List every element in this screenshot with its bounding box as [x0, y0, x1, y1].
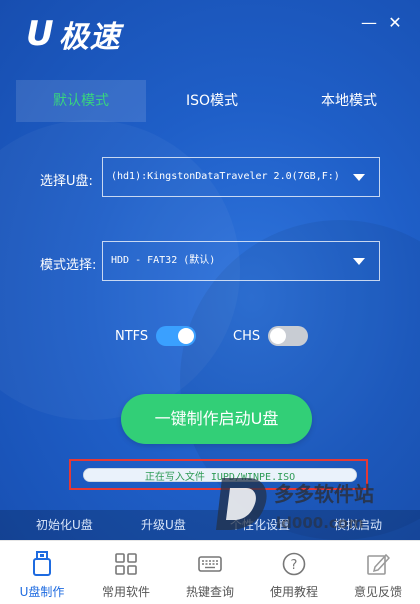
main-panel: U 极速 — ✕ 默认模式 ISO模式 本地模式 选择U盘: (hd1):Kin…	[0, 0, 420, 540]
logo-u: U	[26, 14, 55, 54]
toggle-knob	[178, 328, 195, 344]
progress-status-text: 正在写入文件 IUPD/WINPE.ISO	[144, 472, 296, 482]
chevron-down-icon	[353, 258, 365, 265]
nav-feedback[interactable]: 意见反馈	[336, 541, 420, 604]
feedback-edit-icon	[367, 553, 390, 575]
apps-grid-icon	[115, 553, 137, 575]
nav-label: 常用软件	[101, 585, 150, 599]
nav-tutorial[interactable]: ? 使用教程	[252, 541, 336, 604]
usb-drive-icon	[33, 551, 51, 576]
nav-usb-make[interactable]: U盘制作	[0, 541, 84, 604]
chs-toggle-row: CHS	[233, 326, 309, 346]
nav-label: 使用教程	[269, 585, 318, 599]
disk-select-value: (hd1):KingstonDataTraveler 2.0(7GB,F:)	[111, 171, 340, 182]
help-question-icon: ?	[282, 552, 306, 576]
logo-text: 极速	[58, 20, 121, 55]
personalize-link[interactable]: 个性化设置	[230, 510, 290, 540]
disk-select[interactable]: (hd1):KingstonDataTraveler 2.0(7GB,F:)	[102, 157, 380, 197]
tab-local-mode[interactable]: 本地模式	[278, 80, 420, 122]
init-usb-link[interactable]: 初始化U盘	[36, 510, 93, 540]
toggle-knob	[270, 328, 287, 344]
app-logo: U 极速	[26, 14, 121, 55]
mode-select-label: 模式选择:	[40, 258, 97, 273]
chevron-down-icon	[353, 174, 365, 181]
mode-select-value: HDD - FAT32 (默认)	[111, 255, 216, 266]
tab-default-mode[interactable]: 默认模式	[16, 80, 146, 122]
upgrade-usb-link[interactable]: 升级U盘	[141, 510, 186, 540]
nav-label: 意见反馈	[353, 585, 402, 599]
minimize-button[interactable]: —	[360, 14, 378, 32]
ntfs-toggle[interactable]	[156, 326, 197, 346]
mode-tabs: 默认模式 ISO模式 本地模式	[16, 80, 420, 122]
chs-label: CHS	[233, 328, 261, 344]
bottom-nav: U盘制作 常用软件 热键查询 ? 使用教程 意见反馈	[0, 540, 420, 604]
tools-bar: 初始化U盘 升级U盘 个性化设置 模拟启动	[0, 510, 420, 540]
make-bootable-usb-button[interactable]: 一键制作启动U盘	[121, 394, 312, 444]
nav-hotkey-lookup[interactable]: 热键查询	[168, 541, 252, 604]
close-button[interactable]: ✕	[386, 14, 404, 32]
app-window: U 极速 — ✕ 默认模式 ISO模式 本地模式 选择U盘: (hd1):Kin…	[0, 0, 420, 604]
chs-toggle[interactable]	[268, 326, 309, 346]
write-progress-bar: 正在写入文件 IUPD/WINPE.ISO	[83, 468, 357, 482]
svg-text:?: ?	[291, 558, 298, 573]
mode-select[interactable]: HDD - FAT32 (默认)	[102, 241, 380, 281]
ntfs-label: NTFS	[115, 328, 149, 344]
nav-label: U盘制作	[19, 585, 65, 599]
nav-common-software[interactable]: 常用软件	[84, 541, 168, 604]
ntfs-toggle-row: NTFS	[115, 326, 197, 346]
progress-highlight-box: 正在写入文件 IUPD/WINPE.ISO	[69, 459, 368, 490]
nav-label: 热键查询	[185, 585, 234, 599]
simulate-boot-link[interactable]: 模拟启动	[334, 510, 382, 540]
tab-iso-mode[interactable]: ISO模式	[146, 80, 278, 122]
keyboard-icon	[198, 556, 222, 572]
disk-select-label: 选择U盘:	[40, 174, 93, 189]
